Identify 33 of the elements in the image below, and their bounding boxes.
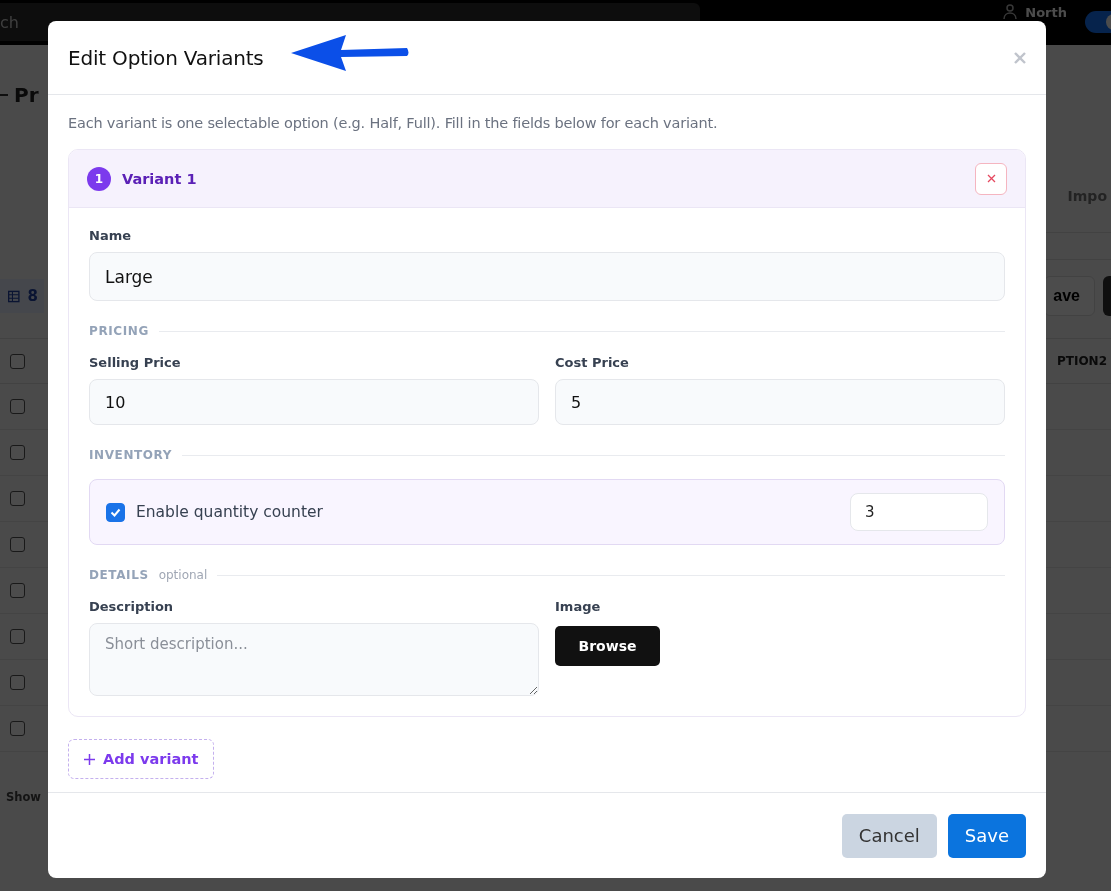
input-field[interactable]: 10: [89, 379, 539, 425]
checkbox-label: Enable quantity counter: [136, 503, 323, 521]
input-field[interactable]: 5: [555, 379, 1005, 425]
description-text: Each variant is one selectable option (e.g. Half, Full). Fill in the fields below for each variant.: [68, 115, 719, 131]
field-label: Name: [89, 228, 132, 243]
variant-title: Variant 1: [122, 170, 197, 187]
browse-button[interactable]: Browse: [555, 626, 660, 666]
save-button[interactable]: Save: [947, 813, 1026, 858]
number-badge: 1: [87, 166, 111, 191]
quantity-field[interactable]: 3: [850, 493, 988, 531]
input-field[interactable]: Large: [89, 252, 1005, 301]
checkbox[interactable]: [106, 502, 125, 522]
section-note: optional: [158, 568, 208, 582]
arrow-icon: [291, 35, 409, 71]
section-heading: DETAILS: [89, 568, 149, 582]
plus-icon: [84, 753, 95, 765]
description-field[interactable]: Short description...: [89, 623, 539, 696]
user-name: North: [1025, 4, 1067, 20]
field-label: Cost Price: [555, 355, 630, 370]
add-variant-button[interactable]: Add variant: [68, 739, 215, 779]
remove-button[interactable]: [975, 162, 1007, 195]
page-title: Pr: [14, 83, 39, 107]
column-header: PTION2: [1056, 354, 1107, 368]
field-label: Selling Price: [89, 355, 182, 370]
close-icon[interactable]: [1014, 51, 1026, 64]
check-icon: [110, 506, 121, 518]
field-label: Image: [555, 599, 602, 614]
section-heading: INVENTORY: [89, 448, 173, 462]
cancel-button[interactable]: Cancel: [841, 813, 937, 858]
close-icon: [986, 174, 996, 183]
modal-title: Edit Option Variants: [68, 45, 264, 70]
section-heading: PRICING: [89, 324, 149, 338]
field-label: Description: [89, 599, 175, 614]
